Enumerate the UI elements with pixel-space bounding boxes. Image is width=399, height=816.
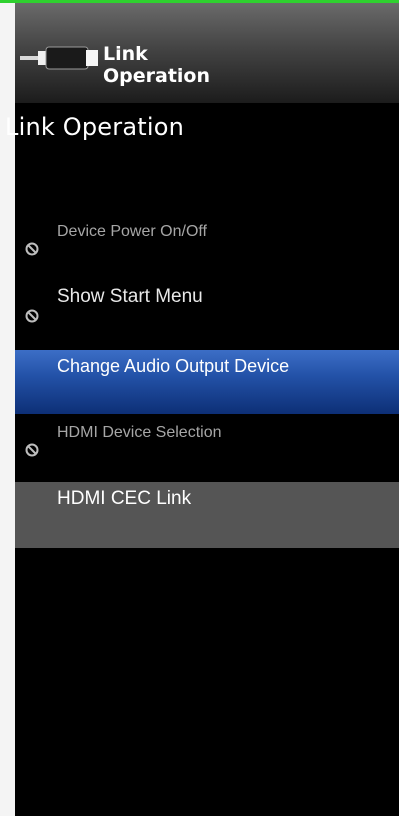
panel-header: Link Operation xyxy=(15,3,399,103)
menu-item-show-start-menu[interactable]: Show Start Menu xyxy=(15,286,399,336)
menu-item-label: Change Audio Output Device xyxy=(57,356,290,376)
header-label-line1: Link xyxy=(103,43,148,65)
menu-item-label: HDMI CEC Link xyxy=(57,488,192,509)
menu-item-change-audio-output[interactable]: Change Audio Output Device xyxy=(15,350,399,414)
header-label-line2: Operation xyxy=(103,65,211,87)
menu-item-label: Show Start Menu xyxy=(57,286,203,307)
hdmi-plug-icon xyxy=(20,46,98,70)
page-title: Link Operation xyxy=(5,113,185,141)
no-entry-icon xyxy=(25,309,39,323)
header-label: Link Operation xyxy=(103,43,210,87)
menu-item-label: HDMI Device Selection xyxy=(57,424,222,441)
menu-item-label: Device Power On/Off xyxy=(57,223,207,240)
menu-item-hdmi-cec-link[interactable]: HDMI CEC Link xyxy=(15,482,399,548)
no-entry-icon xyxy=(25,443,39,457)
link-operation-panel: Link Operation Link Operation Device Pow… xyxy=(0,3,399,816)
menu-item-device-power[interactable]: Device Power On/Off xyxy=(15,221,399,271)
no-entry-icon xyxy=(25,242,39,256)
menu-item-hdmi-device-selection[interactable]: HDMI Device Selection xyxy=(15,422,399,472)
